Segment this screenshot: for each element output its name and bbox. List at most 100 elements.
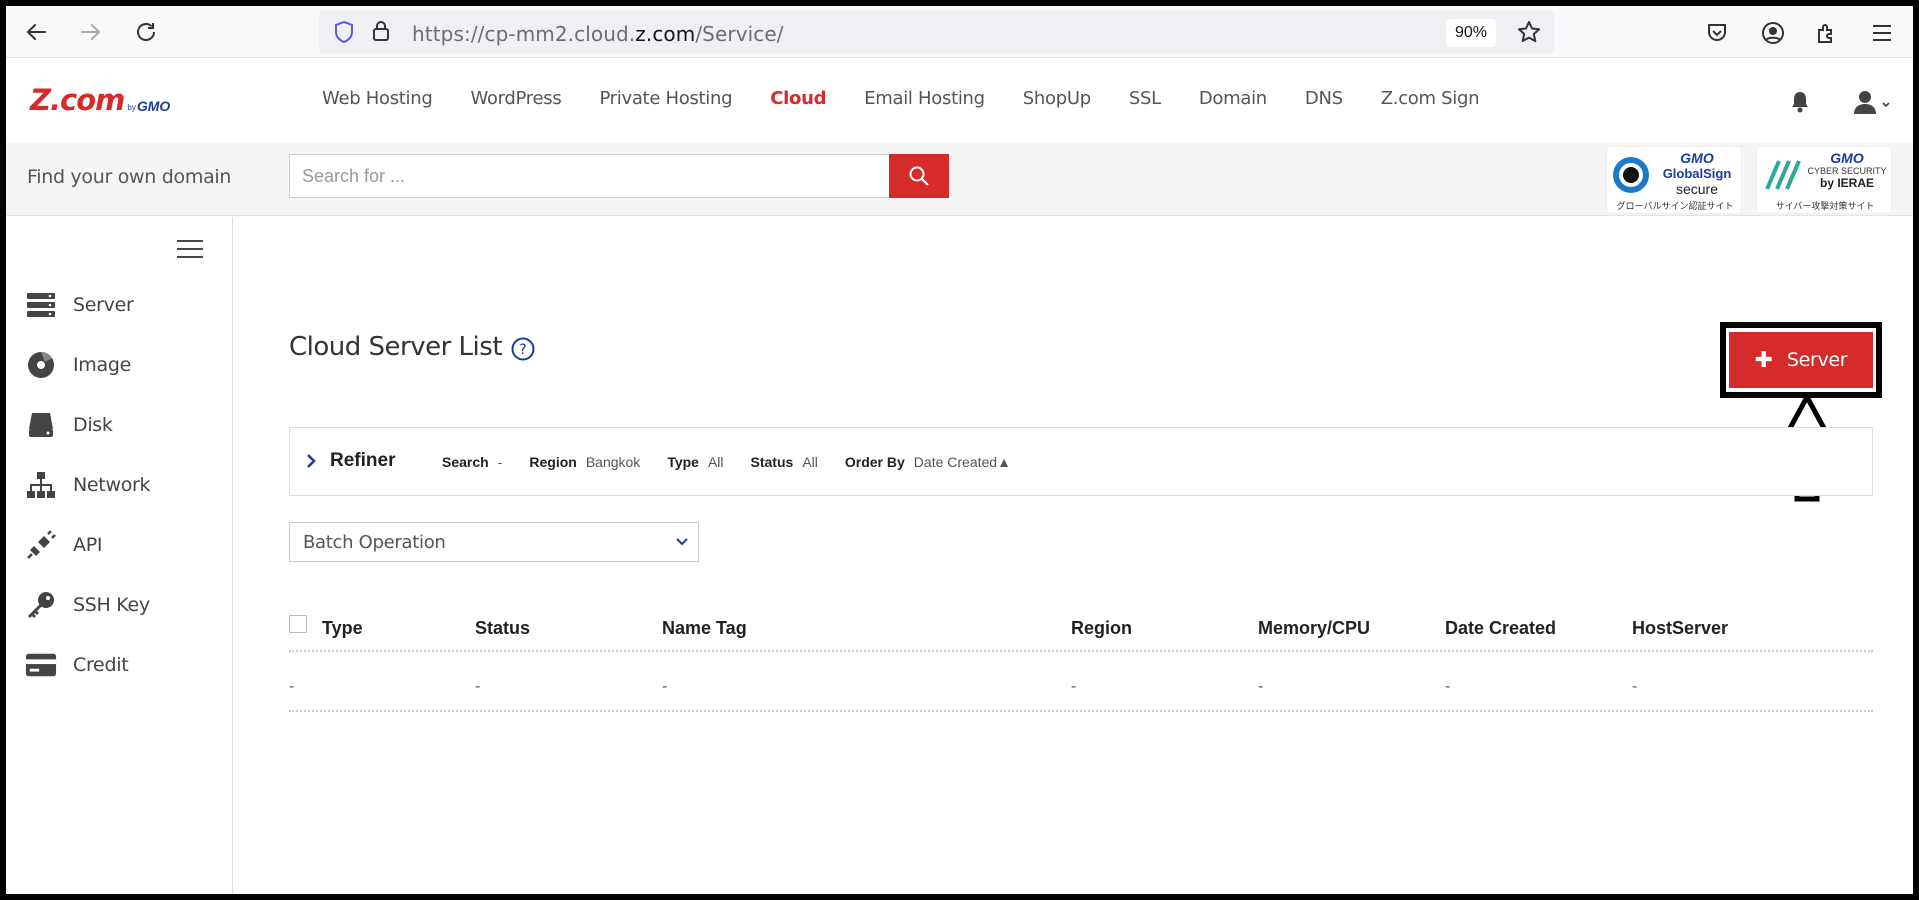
forward-arrow-icon	[81, 24, 101, 40]
disk-icon	[25, 410, 57, 440]
nav-ssl[interactable]: SSL	[1129, 88, 1161, 109]
nav-dns[interactable]: DNS	[1305, 88, 1343, 109]
refiner-title: Refiner	[330, 450, 396, 471]
logo-by: by	[127, 103, 136, 112]
cell-region: -	[1071, 678, 1077, 695]
globalsign-secure: secure	[1675, 181, 1719, 197]
menu-icon[interactable]	[1871, 23, 1893, 43]
filter-key: Type	[667, 454, 699, 470]
column-header-status[interactable]: Status	[475, 618, 530, 639]
filter-value: Date Created▲	[913, 454, 1011, 470]
eye-logo-icon	[1613, 157, 1649, 193]
main-nav: Web Hosting WordPress Private Hosting Cl…	[322, 88, 1517, 109]
reload-icon	[137, 23, 155, 41]
sidebar-item-image[interactable]: Image	[25, 347, 131, 383]
column-header-date-created[interactable]: Date Created	[1445, 618, 1556, 639]
table-header: Type Status Name Tag Region Memory/CPU D…	[289, 606, 1873, 652]
sidebar-item-api[interactable]: API	[25, 527, 102, 563]
filter-key: Order By	[844, 454, 905, 470]
sidebar-item-ssh-key[interactable]: SSH Key	[25, 587, 150, 623]
browser-window: https://cp-mm2.cloud.z.com/Service/ 90% …	[6, 6, 1913, 894]
column-header-memory-cpu[interactable]: Memory/CPU	[1258, 618, 1370, 639]
select-all-checkbox[interactable]	[289, 615, 307, 633]
column-header-type[interactable]: Type	[322, 618, 363, 639]
zoom-level[interactable]: 90%	[1446, 19, 1496, 47]
globalsign-name: GlobalSign	[1662, 166, 1732, 181]
account-icon[interactable]	[1761, 21, 1785, 45]
sidebar-item-disk[interactable]: Disk	[25, 407, 113, 443]
sidebar-item-label: Image	[73, 354, 132, 376]
sidebar-item-label: API	[73, 534, 103, 556]
globalsign-jp-caption: グローバルサイン認証サイト	[1616, 201, 1734, 211]
hamburger-icon[interactable]	[176, 239, 204, 259]
nav-web-hosting[interactable]: Web Hosting	[322, 88, 433, 109]
browser-toolbar: https://cp-mm2.cloud.z.com/Service/ 90%	[6, 6, 1913, 58]
sidebar-item-label: SSH Key	[73, 594, 150, 616]
extensions-icon[interactable]	[1815, 21, 1839, 45]
credit-card-icon	[25, 650, 57, 680]
sidebar-item-server[interactable]: Server	[25, 287, 134, 323]
user-menu[interactable]	[1853, 89, 1893, 120]
url-text: https://cp-mm2.cloud.z.com/Service/	[412, 22, 784, 46]
search-icon	[909, 166, 929, 186]
zcom-logo[interactable]: Z.com by GMO	[30, 81, 170, 117]
column-header-hostserver[interactable]: HostServer	[1632, 618, 1728, 639]
network-icon	[25, 470, 57, 500]
batch-operation-label: Batch Operation	[303, 532, 446, 553]
back-button[interactable]	[20, 16, 52, 48]
filter-key: Status	[750, 454, 794, 470]
refiner-filters: Search - Region Bangkok Type All Status All …	[442, 454, 1038, 470]
nav-private-hosting[interactable]: Private Hosting	[599, 88, 732, 109]
disc-icon	[25, 350, 57, 380]
logo-text: Z.com	[30, 83, 125, 117]
reload-button[interactable]	[130, 16, 162, 48]
nav-cloud[interactable]: Cloud	[770, 88, 826, 109]
cell-hostserver: -	[1632, 678, 1638, 695]
shield-icon	[335, 21, 353, 43]
ierae-by: by IERAE	[1819, 176, 1874, 190]
chevron-right-icon	[307, 454, 316, 468]
bookmark-star-icon[interactable]	[1517, 20, 1541, 44]
domain-search-input[interactable]	[289, 154, 890, 198]
page-title: Cloud Server List	[289, 332, 503, 362]
user-icon	[1854, 91, 1890, 114]
globalsign-badge[interactable]: GMO GlobalSign secure グローバルサイン認証サイト	[1606, 146, 1742, 214]
sidebar-item-network[interactable]: Network	[25, 467, 151, 503]
sidebar-item-label: Network	[73, 474, 151, 496]
pocket-icon[interactable]	[1706, 22, 1728, 44]
add-server-button[interactable]: ✚ Server	[1729, 332, 1873, 388]
key-icon	[25, 590, 57, 620]
column-header-name-tag[interactable]: Name Tag	[662, 618, 747, 639]
domain-search-band: Find your own domain GMO GlobalSign secu…	[6, 142, 1913, 216]
refiner-panel[interactable]: Refiner Search - Region Bangkok Type All St…	[289, 427, 1873, 496]
filter-value: All	[802, 454, 818, 470]
nav-email-hosting[interactable]: Email Hosting	[864, 88, 985, 109]
site-header: Z.com by GMO Web Hosting WordPress Priva…	[6, 59, 1913, 143]
sidebar-item-credit[interactable]: Credit	[25, 647, 129, 683]
nav-domain[interactable]: Domain	[1199, 88, 1267, 109]
lock-icon	[373, 21, 389, 41]
chevron-down-icon	[676, 538, 688, 546]
domain-search-button[interactable]	[889, 154, 949, 198]
server-table: Type Status Name Tag Region Memory/CPU D…	[289, 606, 1873, 712]
column-header-region[interactable]: Region	[1071, 618, 1132, 639]
nav-wordpress[interactable]: WordPress	[470, 88, 561, 109]
sidebar-item-label: Server	[73, 294, 134, 316]
ierae-cyber-security: CYBER SECURITY	[1807, 166, 1887, 176]
add-server-label: Server	[1786, 349, 1848, 371]
nav-zcom-sign[interactable]: Z.com Sign	[1381, 88, 1480, 109]
bell-icon[interactable]	[1789, 90, 1811, 114]
forward-button[interactable]	[75, 16, 107, 48]
plus-icon: ✚	[1754, 347, 1773, 373]
ierae-badge[interactable]: GMO CYBER SECURITY by IERAE サイバー攻撃対策サイト	[1756, 146, 1892, 214]
sidebar-item-label: Credit	[73, 654, 129, 676]
ierae-gmo: GMO	[1830, 150, 1864, 166]
nav-shopup[interactable]: ShopUp	[1023, 88, 1091, 109]
cell-memory-cpu: -	[1258, 678, 1264, 695]
filter-value: -	[497, 454, 503, 470]
cell-name-tag: -	[662, 678, 668, 695]
batch-operation-select[interactable]: Batch Operation	[289, 522, 699, 562]
filter-value: Bangkok	[585, 454, 641, 470]
help-icon[interactable]: ?	[511, 337, 535, 361]
address-bar[interactable]: https://cp-mm2.cloud.z.com/Service/ 90%	[319, 11, 1554, 53]
